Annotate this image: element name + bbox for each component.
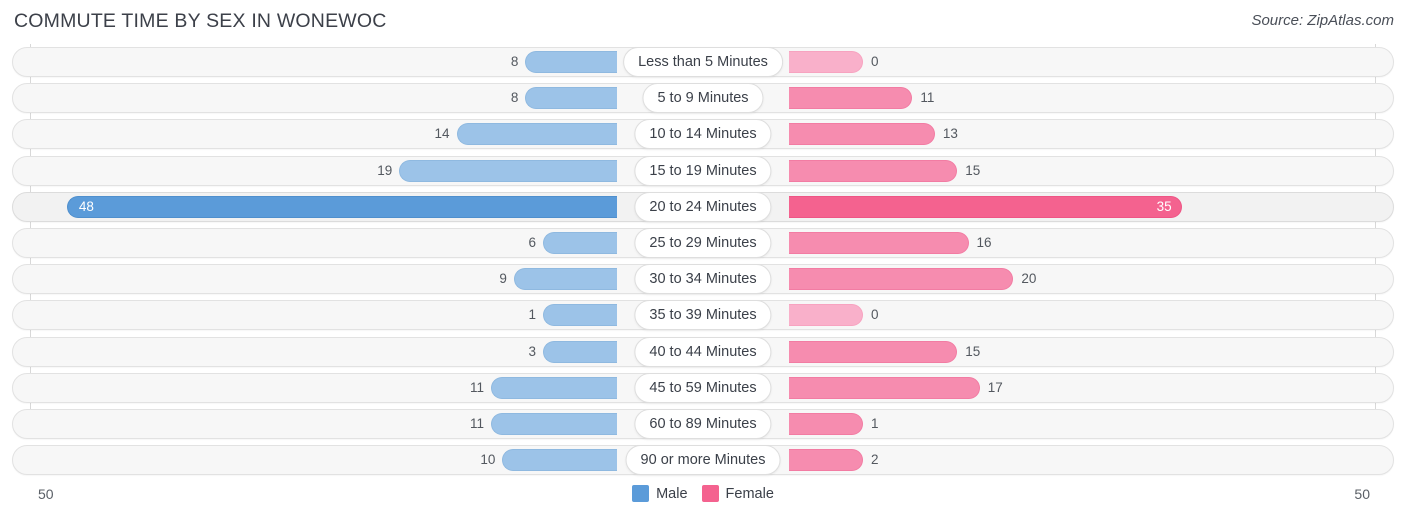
bar-female[interactable] [789, 87, 913, 110]
table-row[interactable]: 11 17 45 to 59 Minutes [0, 370, 1406, 406]
category-label: 35 to 39 Minutes [634, 300, 772, 331]
category-label: Less than 5 Minutes [623, 47, 783, 77]
category-label: 40 to 44 Minutes [634, 336, 772, 367]
table-row[interactable]: 8 11 5 to 9 Minutes [0, 80, 1406, 116]
table-row[interactable]: 11 1 60 to 89 Minutes [0, 406, 1406, 442]
value-female: 11 [920, 90, 935, 106]
value-female: 13 [942, 126, 958, 142]
bar-male[interactable] [525, 51, 617, 73]
legend-item-male[interactable]: Male [632, 485, 688, 502]
bar-male[interactable] [502, 449, 617, 472]
value-male: 8 [510, 90, 519, 106]
bar-female[interactable] [789, 231, 969, 254]
table-row[interactable]: 9 20 30 to 34 Minutes [0, 261, 1406, 297]
bar-male[interactable] [543, 304, 617, 327]
bar-female[interactable] [789, 268, 1014, 291]
value-female: 2 [871, 452, 879, 468]
value-male: 14 [434, 126, 450, 142]
table-row[interactable]: 10 2 90 or more Minutes [0, 442, 1406, 478]
table-row[interactable]: 14 13 10 to 14 Minutes [0, 116, 1406, 152]
bar-female[interactable] [789, 304, 863, 327]
bar-female[interactable] [789, 340, 958, 363]
table-row[interactable]: 19 15 15 to 19 Minutes [0, 153, 1406, 189]
value-male: 9 [499, 271, 507, 287]
table-row[interactable]: 1 0 35 to 39 Minutes [0, 297, 1406, 333]
chart-rows: 8 0 Less than 5 Minutes 8 11 5 to 9 Minutes 14… [0, 44, 1406, 478]
value-male: 10 [480, 452, 496, 468]
value-male: 6 [528, 234, 536, 250]
value-female: 35 [1156, 198, 1172, 214]
legend-item-female[interactable]: Female [701, 485, 774, 502]
value-male: 11 [469, 379, 484, 395]
value-male: 11 [469, 415, 484, 431]
value-female: 0 [871, 307, 879, 323]
value-male: 3 [528, 343, 536, 359]
table-row[interactable]: 3 15 40 to 44 Minutes [0, 334, 1406, 370]
bar-male[interactable] [543, 231, 617, 254]
bar-female[interactable] [789, 159, 958, 182]
chart-legend: Male Female [0, 485, 1406, 502]
bar-male[interactable] [399, 159, 617, 182]
value-female: 15 [965, 343, 981, 359]
page-title: COMMUTE TIME BY SEX IN WONEWOC [14, 10, 387, 32]
value-female: 0 [871, 54, 879, 69]
legend-swatch-female-icon [701, 485, 719, 502]
value-male: 48 [78, 198, 94, 214]
bar-male[interactable] [513, 268, 617, 291]
category-label: 90 or more Minutes [625, 445, 781, 476]
legend-label-male: Male [656, 485, 688, 502]
bar-male[interactable] [490, 412, 617, 435]
bar-male[interactable] [456, 123, 617, 146]
bar-female[interactable] [789, 449, 863, 472]
table-row[interactable]: 8 0 Less than 5 Minutes [0, 44, 1406, 80]
bar-female[interactable] [789, 195, 1182, 218]
category-label: 30 to 34 Minutes [634, 264, 772, 295]
value-female: 1 [871, 415, 879, 431]
bar-female[interactable] [789, 376, 980, 399]
bar-male[interactable] [490, 376, 617, 399]
source-attribution: Source: ZipAtlas.com [1251, 12, 1394, 29]
table-row[interactable]: 6 16 25 to 29 Minutes [0, 225, 1406, 261]
legend-label-female: Female [725, 485, 774, 502]
chart-footer: 50 50 Male Female [0, 482, 1406, 522]
value-female: 17 [987, 379, 1003, 395]
table-row[interactable]: 48 35 20 to 24 Minutes [0, 189, 1406, 225]
value-male: 1 [528, 307, 536, 323]
category-label: 45 to 59 Minutes [634, 372, 772, 403]
category-label: 20 to 24 Minutes [634, 191, 772, 222]
bar-male[interactable] [66, 195, 617, 218]
value-female: 20 [1021, 271, 1037, 287]
bar-male[interactable] [543, 340, 617, 363]
diverging-bar-chart: 8 0 Less than 5 Minutes 8 11 5 to 9 Minutes 14… [0, 44, 1406, 482]
value-female: 15 [965, 162, 981, 178]
value-male: 19 [377, 162, 393, 178]
category-label: 5 to 9 Minutes [642, 83, 764, 114]
bar-female[interactable] [789, 51, 863, 73]
category-label: 25 to 29 Minutes [634, 227, 772, 258]
category-label: 15 to 19 Minutes [634, 155, 772, 186]
bar-female[interactable] [789, 123, 935, 146]
value-male: 8 [510, 54, 519, 69]
chart-header: COMMUTE TIME BY SEX IN WONEWOC Source: Z… [0, 0, 1406, 44]
bar-female[interactable] [789, 412, 863, 435]
category-label: 60 to 89 Minutes [634, 408, 772, 439]
value-female: 16 [976, 234, 992, 250]
category-label: 10 to 14 Minutes [634, 119, 772, 150]
bar-male[interactable] [525, 87, 617, 110]
legend-swatch-male-icon [632, 485, 650, 502]
